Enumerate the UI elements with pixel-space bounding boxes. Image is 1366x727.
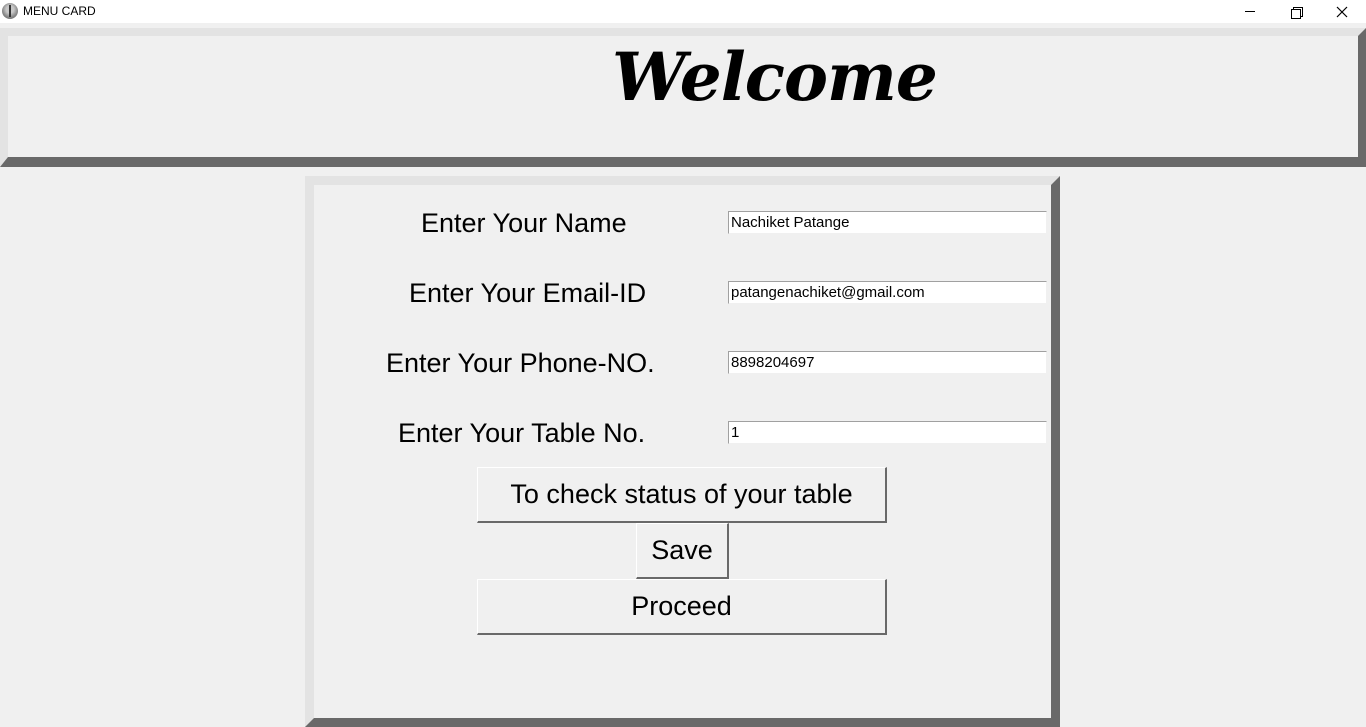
form-frame [305,176,1060,727]
window-title: MENU CARD [23,4,96,18]
save-button[interactable]: Save [636,523,729,579]
phone-label: Enter Your Phone-NO. [386,348,655,378]
minimize-icon [1245,11,1255,12]
check-table-status-button[interactable]: To check status of your table [477,467,887,523]
restore-button[interactable] [1273,0,1319,23]
phone-input[interactable] [728,351,1047,374]
name-input[interactable] [728,211,1047,234]
table-number-label: Enter Your Table No. [398,418,646,448]
window-titlebar: MENU CARD [0,0,1366,23]
name-label: Enter Your Name [421,208,627,238]
welcome-heading: Welcome [612,38,938,116]
email-label: Enter Your Email-ID [409,278,647,308]
table-number-input[interactable] [728,421,1047,444]
close-icon [1336,6,1348,17]
minimize-button[interactable] [1227,0,1273,23]
restore-icon [1291,6,1303,19]
app-icon [2,3,18,19]
proceed-button[interactable]: Proceed [477,579,887,635]
close-button[interactable] [1319,0,1365,23]
email-input[interactable] [728,281,1047,304]
